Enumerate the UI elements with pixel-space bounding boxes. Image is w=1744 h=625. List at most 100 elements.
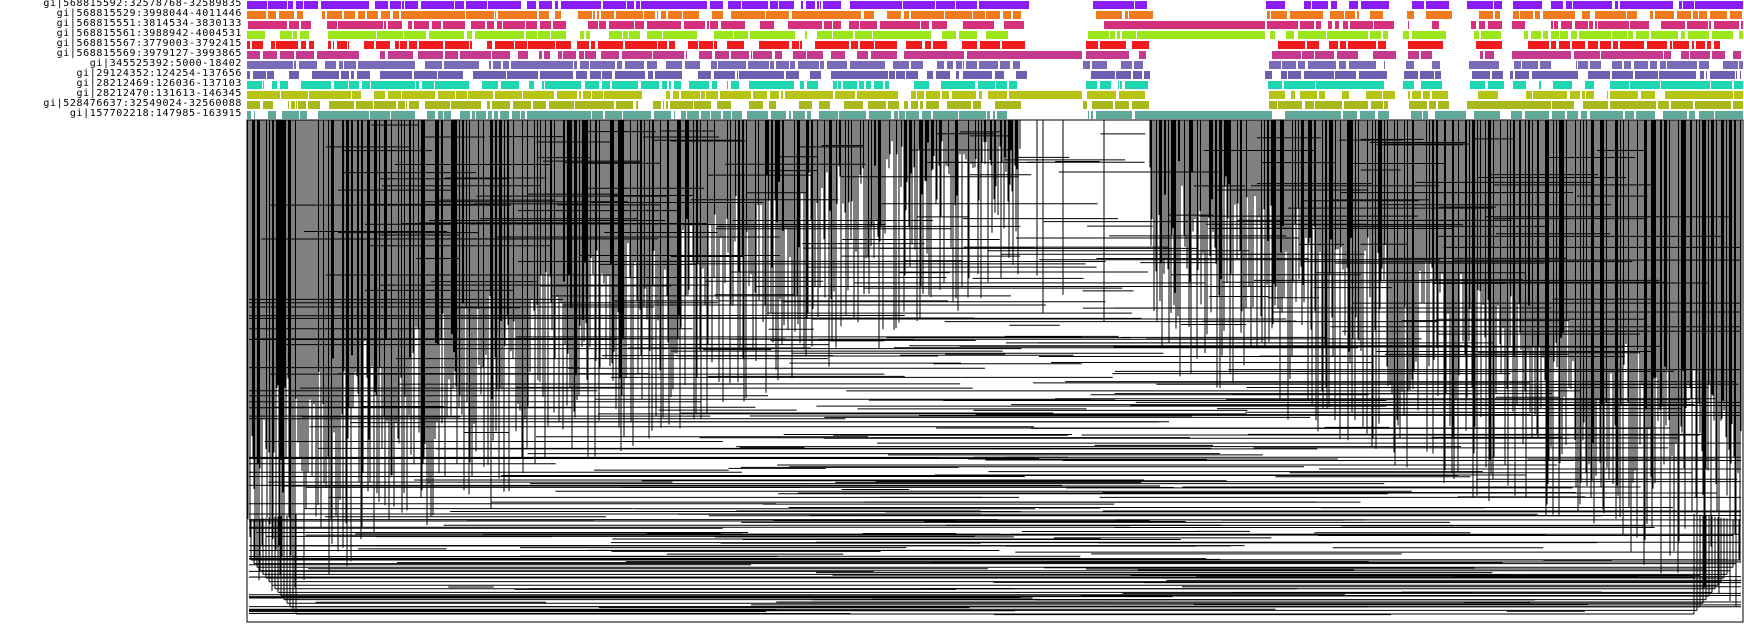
alignment-block <box>466 11 478 19</box>
alignment-block <box>1681 61 1692 69</box>
alignment-block <box>1648 101 1656 109</box>
alignment-block <box>367 11 378 19</box>
alignment-block <box>425 71 437 79</box>
alignment-block <box>1479 21 1485 29</box>
alignment-block <box>247 41 250 49</box>
alignment-block <box>271 41 275 49</box>
alignment-block <box>1349 1 1353 9</box>
alignment-block <box>715 51 725 59</box>
alignment-block <box>1281 41 1292 49</box>
alignment-block <box>1520 11 1533 19</box>
alignment-block <box>972 91 976 99</box>
alignment-block <box>866 81 871 89</box>
alignment-block <box>871 51 883 59</box>
alignment-block <box>647 61 657 69</box>
alignment-block <box>1627 11 1637 19</box>
alignment-block <box>1740 71 1741 79</box>
alignment-block <box>1093 1 1104 9</box>
alignment-block <box>1647 41 1660 49</box>
alignment-block <box>508 1 521 9</box>
alignment-block <box>1118 81 1119 89</box>
alignment-block <box>986 11 996 19</box>
alignment-block <box>1101 101 1113 109</box>
alignment-block <box>488 111 492 119</box>
alignment-block <box>575 101 585 109</box>
alignment-block <box>1007 1 1019 9</box>
alignment-block <box>1293 81 1306 89</box>
alignment-block <box>400 41 407 49</box>
alignment-block <box>527 1 536 9</box>
alignment-block <box>663 81 667 89</box>
alignment-block <box>458 81 467 89</box>
alignment-block <box>1423 111 1428 119</box>
alignment-block <box>1481 31 1488 39</box>
alignment-block <box>616 101 629 109</box>
alignment-block <box>674 81 681 89</box>
alignment-block <box>1655 11 1661 19</box>
alignment-block <box>445 41 455 49</box>
alignment-block <box>669 81 671 89</box>
alignment-block <box>1543 11 1552 19</box>
alignment-block <box>1592 111 1606 119</box>
alignment-block <box>328 41 331 49</box>
alignment-block <box>1339 61 1342 69</box>
alignment-block <box>874 81 883 89</box>
alignment-block <box>994 31 996 39</box>
alignment-block <box>1702 111 1714 119</box>
alignment-block <box>427 111 435 119</box>
alignment-block <box>376 41 390 49</box>
alignment-block <box>1590 111 1592 119</box>
alignment-block <box>1512 71 1513 79</box>
alignment-block <box>291 101 295 109</box>
alignment-block <box>980 41 981 49</box>
alignment-block <box>1135 1 1147 9</box>
alignment-block <box>247 31 256 39</box>
alignment-block <box>492 101 503 109</box>
alignment-block <box>566 91 577 99</box>
alignment-block <box>544 111 549 119</box>
alignment-block <box>1663 41 1667 49</box>
alignment-block <box>754 91 761 99</box>
alignment-block <box>1723 61 1727 69</box>
alignment-block <box>493 61 501 69</box>
alignment-block <box>503 101 510 109</box>
alignment-block <box>1096 11 1099 19</box>
alignment-block <box>1146 41 1149 49</box>
alignment-block <box>409 41 411 49</box>
alignment-block <box>775 51 782 59</box>
alignment-block <box>783 71 784 79</box>
alignment-block <box>251 61 263 69</box>
alignment-block <box>1628 31 1633 39</box>
alignment-block <box>604 91 611 99</box>
alignment-block <box>1650 81 1660 89</box>
alignment-block <box>922 111 925 119</box>
alignment-block <box>750 71 764 79</box>
alignment-block <box>1144 51 1146 59</box>
alignment-block <box>670 51 671 59</box>
alignment-block <box>914 81 918 89</box>
alignment-block <box>390 1 401 9</box>
alignment-block <box>1557 71 1561 79</box>
alignment-block <box>1297 41 1299 49</box>
alignment-block <box>430 1 439 9</box>
alignment-block <box>472 111 475 119</box>
alignment-block <box>1723 11 1727 19</box>
alignment-block <box>1484 111 1492 119</box>
alignment-block <box>964 81 975 89</box>
alignment-block <box>538 31 550 39</box>
alignment-block <box>489 41 492 49</box>
alignment-block <box>634 61 644 69</box>
alignment-block <box>875 71 888 79</box>
alignment-block <box>1612 101 1622 109</box>
alignment-block <box>614 21 628 29</box>
alignment-block <box>770 91 779 99</box>
alignment-block <box>761 91 767 99</box>
alignment-block <box>1543 31 1547 39</box>
alignment-block <box>704 91 705 99</box>
alignment-block <box>711 91 716 99</box>
alignment-block <box>1288 101 1302 109</box>
alignment-block <box>1698 21 1708 29</box>
alignment-block <box>394 101 396 109</box>
alignment-block <box>521 111 525 119</box>
alignment-block <box>680 101 693 109</box>
